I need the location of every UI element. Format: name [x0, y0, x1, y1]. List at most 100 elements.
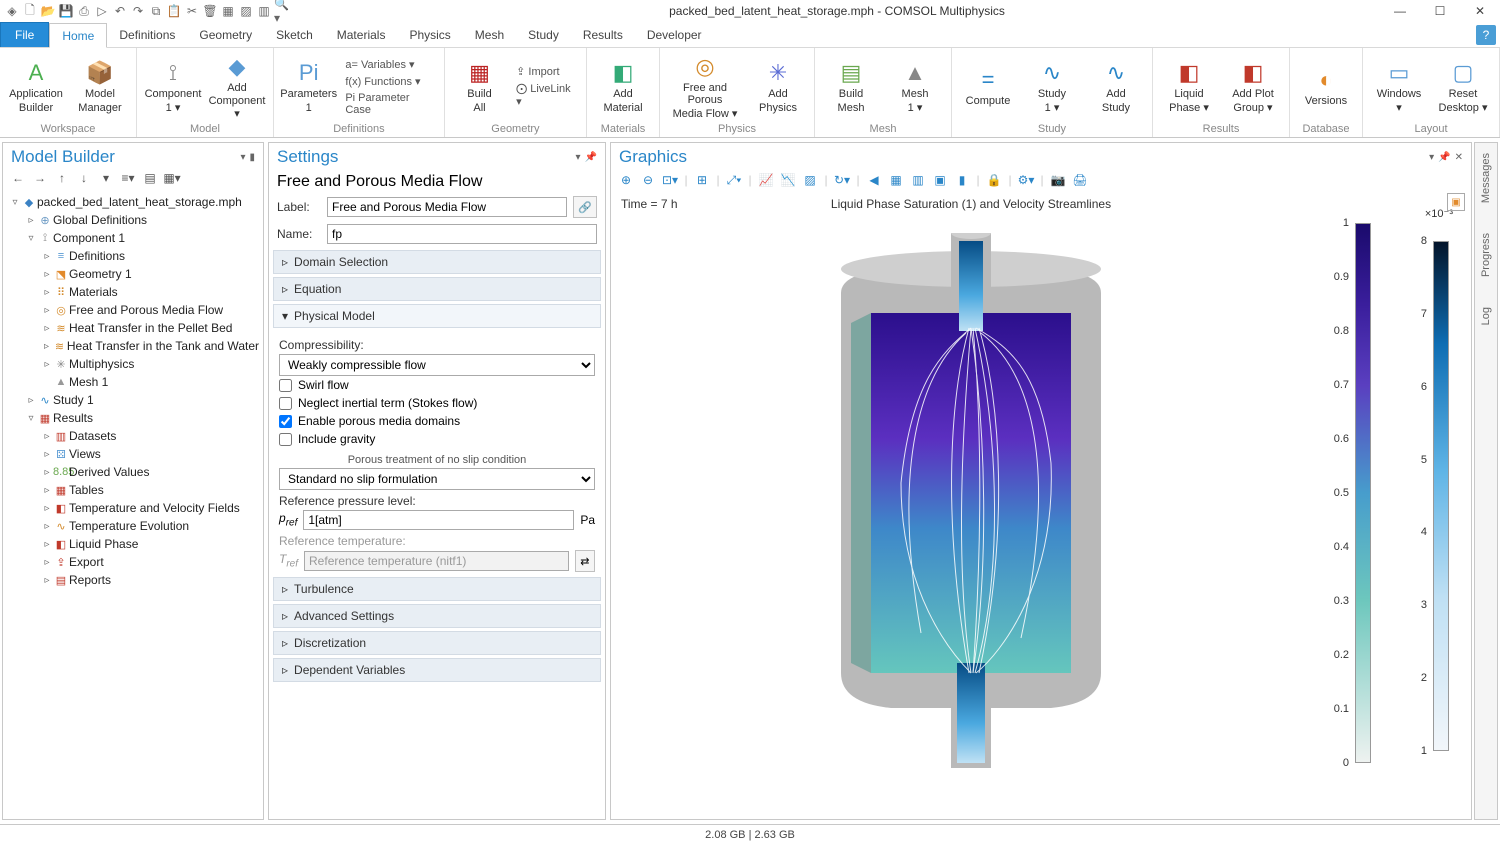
model-tree[interactable]: ▿◆packed_bed_latent_heat_storage.mph▹⊕Gl…	[3, 191, 263, 819]
slip-select[interactable]: Standard no slip formulation	[279, 468, 595, 490]
tree-node[interactable]: ▹▥Datasets	[3, 427, 263, 445]
add-component[interactable]: ◆AddComponent ▾	[207, 52, 267, 122]
section-turbulence[interactable]: ▹Turbulence	[273, 577, 601, 601]
tree-toggle-icon[interactable]: ▹	[41, 431, 53, 442]
gfx-tool-24[interactable]: 📷	[1049, 171, 1067, 189]
ribbon-stack-item[interactable]: ⨀ LiveLink ▾	[512, 81, 580, 109]
liquid-phase[interactable]: ◧LiquidPhase ▾	[1159, 52, 1219, 122]
tree-toggle-icon[interactable]: ▹	[41, 485, 53, 496]
search-icon[interactable]: 🔍▾	[274, 3, 290, 19]
chevron-down-icon[interactable]: ▾	[1429, 152, 1434, 163]
section-physical-model[interactable]: ▾Physical Model	[273, 304, 601, 328]
tree-node[interactable]: ▲Mesh 1	[3, 373, 263, 391]
file-menu[interactable]: File	[0, 22, 49, 47]
tree-node[interactable]: ▹◧Temperature and Velocity Fields	[3, 499, 263, 517]
redo-icon[interactable]: ↷	[130, 3, 146, 19]
mesh-1[interactable]: ▲Mesh1 ▾	[885, 52, 945, 122]
dock-progress[interactable]: Progress	[1480, 233, 1492, 277]
run-icon[interactable]: ▷	[94, 3, 110, 19]
tree-toggle-icon[interactable]: ▹	[41, 539, 53, 550]
undo-icon[interactable]: ↶	[112, 3, 128, 19]
study-1[interactable]: ∿Study1 ▾	[1022, 52, 1082, 122]
dock-messages[interactable]: Messages	[1480, 153, 1492, 203]
help-icon[interactable]: ?	[1476, 25, 1496, 45]
tab-results[interactable]: Results	[571, 22, 635, 47]
graphics-area[interactable]: Time = 7 h Liquid Phase Saturation (1) a…	[611, 193, 1471, 819]
gfx-tool-2[interactable]: ⊡▾	[661, 171, 679, 189]
reset-desktop[interactable]: ▢ResetDesktop ▾	[1433, 52, 1493, 122]
section-dependent-vars[interactable]: ▹Dependent Variables	[273, 658, 601, 682]
tree-toggle-icon[interactable]: ▿	[25, 233, 37, 244]
pin-icon[interactable]: ▮	[249, 152, 255, 163]
mb-tool-5[interactable]: ≡▾	[119, 169, 137, 187]
add-physics[interactable]: ✳AddPhysics	[748, 52, 808, 122]
tab-study[interactable]: Study	[516, 22, 571, 47]
tree-toggle-icon[interactable]: ▹	[25, 395, 37, 406]
tree-node[interactable]: ▹⬔Geometry 1	[3, 265, 263, 283]
tree-node[interactable]: ▹◧Liquid Phase	[3, 535, 263, 553]
gfx-tool-22[interactable]: ⚙▾	[1017, 171, 1035, 189]
label-input[interactable]	[327, 197, 567, 217]
tree-node[interactable]: ▿◆packed_bed_latent_heat_storage.mph	[3, 193, 263, 211]
tree-node[interactable]: ▹∿Temperature Evolution	[3, 517, 263, 535]
tref-link-icon[interactable]: ⇄	[575, 550, 595, 572]
build-mesh[interactable]: ▤BuildMesh	[821, 52, 881, 122]
tree-node[interactable]: ▹⚄Views	[3, 445, 263, 463]
compress-select[interactable]: Weakly compressible flow	[279, 354, 595, 376]
add-plot-group[interactable]: ◧Add PlotGroup ▾	[1223, 52, 1283, 122]
tree-node[interactable]: ▹8.85Derived Values	[3, 463, 263, 481]
neglect-checkbox[interactable]	[279, 397, 292, 410]
ribbon-stack-item[interactable]: a= Variables ▾	[341, 57, 437, 72]
ribbon-stack-item[interactable]: ⇪ Import	[512, 64, 580, 79]
gfx-tool-8[interactable]: 📈	[757, 171, 775, 189]
swirl-checkbox[interactable]	[279, 379, 292, 392]
gfx-tool-14[interactable]: ◀	[865, 171, 883, 189]
model-manager[interactable]: 📦ModelManager	[70, 52, 130, 122]
pin-icon[interactable]: 📌	[1438, 152, 1450, 163]
app-logo-icon[interactable]: ◈	[4, 3, 20, 19]
ribbon-stack-item[interactable]: Pi Parameter Case	[341, 91, 437, 117]
close-graphics-icon[interactable]: ✕	[1455, 152, 1463, 163]
tree-toggle-icon[interactable]: ▿	[25, 413, 37, 424]
tree-toggle-icon[interactable]: ▹	[41, 251, 53, 262]
tree-node[interactable]: ▹⠿Materials	[3, 283, 263, 301]
tree-node[interactable]: ▹≋Heat Transfer in the Pellet Bed	[3, 319, 263, 337]
tab-developer[interactable]: Developer	[635, 22, 714, 47]
gfx-tool-9[interactable]: 📉	[779, 171, 797, 189]
windows[interactable]: ▭Windows▾	[1369, 52, 1429, 122]
mb-tool-1[interactable]: →	[31, 169, 49, 187]
mb-tool-6[interactable]: ▤	[141, 169, 159, 187]
tab-definitions[interactable]: Definitions	[107, 22, 187, 47]
tree-node[interactable]: ▹◎Free and Porous Media Flow	[3, 301, 263, 319]
tree-node[interactable]: ▹⇪Export	[3, 553, 263, 571]
copy-icon[interactable]: ⧉	[148, 3, 164, 19]
gfx-tool-4[interactable]: ⊞	[693, 171, 711, 189]
snapshot-icon[interactable]: ⎙	[76, 3, 92, 19]
mb-tool-3[interactable]: ↓	[75, 169, 93, 187]
gfx-tool-18[interactable]: ▮	[953, 171, 971, 189]
component[interactable]: ⟟Component1 ▾	[143, 52, 203, 122]
tab-physics[interactable]: Physics	[397, 22, 462, 47]
tree-toggle-icon[interactable]: ▹	[41, 359, 53, 370]
tree-node[interactable]: ▹≋Heat Transfer in the Tank and Water	[3, 337, 263, 355]
mb-tool-2[interactable]: ↑	[53, 169, 71, 187]
mb-tool-4[interactable]: ▾	[97, 169, 115, 187]
tree-toggle-icon[interactable]: ▿	[9, 197, 21, 208]
tree-toggle-icon[interactable]: ▹	[41, 521, 53, 532]
tree-node[interactable]: ▹▤Reports	[3, 571, 263, 589]
mb-tool-0[interactable]: ←	[9, 169, 27, 187]
dock-log[interactable]: Log	[1480, 307, 1492, 325]
tree-toggle-icon[interactable]: ▹	[41, 269, 53, 280]
chevron-down-icon[interactable]: ▾	[576, 152, 581, 163]
add-study[interactable]: ∿AddStudy	[1086, 52, 1146, 122]
section-domain-selection[interactable]: ▹Domain Selection	[273, 250, 601, 274]
section-advanced[interactable]: ▹Advanced Settings	[273, 604, 601, 628]
parameters[interactable]: PiParameters1	[280, 52, 337, 122]
gfx-tool-12[interactable]: ↻▾	[833, 171, 851, 189]
gfx-tool-10[interactable]: ▨	[801, 171, 819, 189]
tree-node[interactable]: ▿▦Results	[3, 409, 263, 427]
ribbon-stack-item[interactable]: f(x) Functions ▾	[341, 74, 437, 89]
versions[interactable]: ◐Versions	[1296, 52, 1356, 122]
tab-home[interactable]: Home	[49, 23, 107, 48]
layout3-icon[interactable]: ▥	[256, 3, 272, 19]
